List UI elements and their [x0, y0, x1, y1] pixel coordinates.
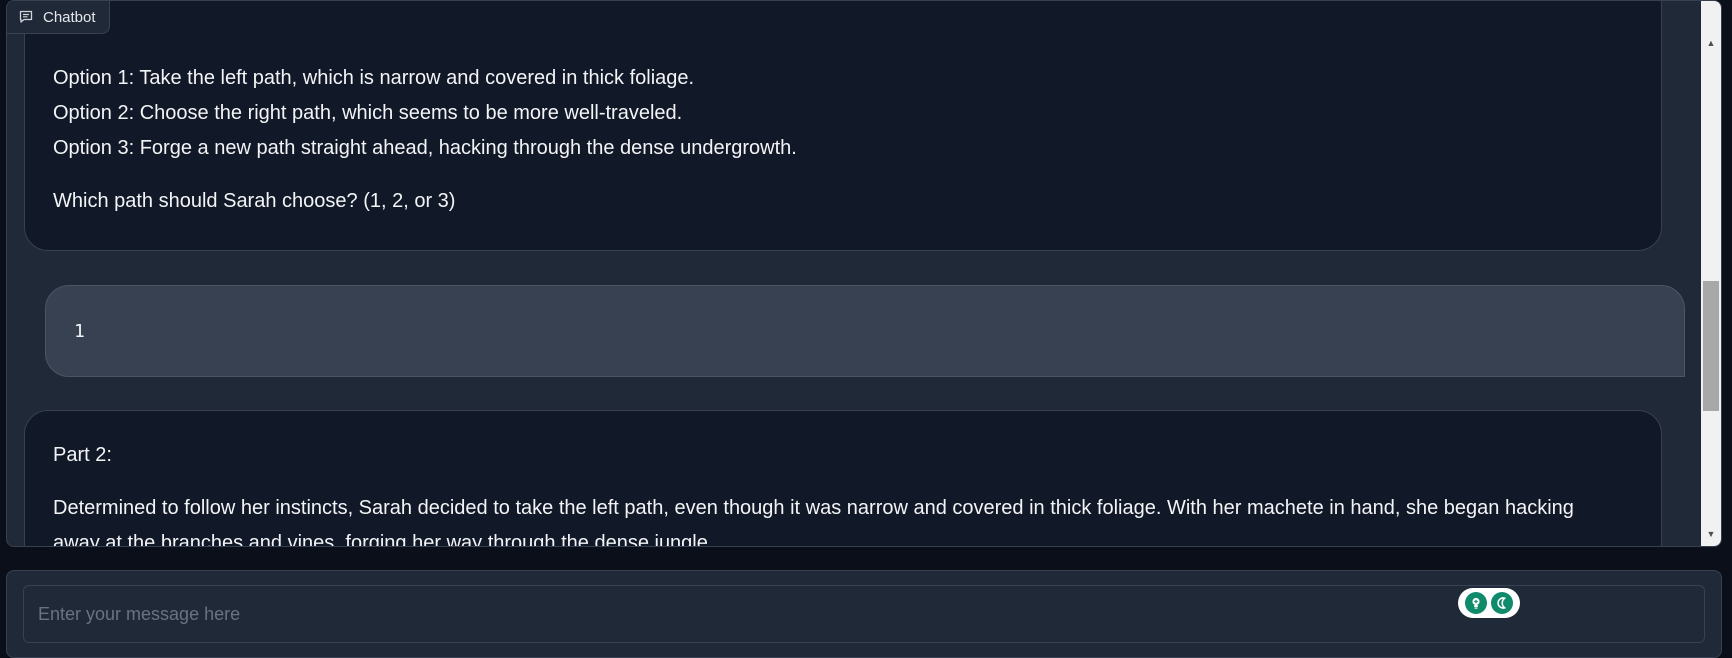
message-line: Option 1: Take the left path, which is n…: [53, 67, 695, 89]
chatbot-label: Chatbot: [7, 1, 110, 34]
chatbot-label-text: Chatbot: [43, 8, 96, 26]
chat-scroll-area[interactable]: Option 1: Take the left path, which is n…: [7, 1, 1703, 546]
scroll-down-arrow-icon[interactable]: ▼: [1701, 524, 1721, 544]
message-line: Which path should Sarah choose? (1, 2, o…: [53, 190, 456, 212]
user-message: 1: [45, 285, 1685, 377]
bot-message: Option 1: Take the left path, which is n…: [24, 1, 1662, 251]
message-line: Determined to follow her instincts, Sara…: [53, 497, 1574, 519]
scroll-up-arrow-icon[interactable]: ▲: [1701, 33, 1721, 53]
message-line: away at the branches and vines, forging …: [53, 532, 714, 546]
message-line: Option 2: Choose the right path, which s…: [53, 102, 683, 124]
extension-badge[interactable]: [1458, 588, 1520, 618]
chat-bubble-icon: [19, 10, 33, 24]
vertical-scrollbar[interactable]: ▲ ▼: [1701, 1, 1721, 546]
message-text: 1: [74, 320, 85, 342]
bot-message: Part 2: Determined to follow her instinc…: [24, 410, 1662, 546]
message-input[interactable]: [23, 585, 1705, 643]
message-line: Part 2:: [53, 444, 112, 466]
chatbot-panel: Chatbot Option 1: Take the left path, wh…: [6, 0, 1722, 547]
scrollbar-thumb[interactable]: [1703, 281, 1719, 411]
lightbulb-icon[interactable]: [1465, 592, 1487, 614]
moon-icon[interactable]: [1491, 592, 1513, 614]
message-line: Option 3: Forge a new path straight ahea…: [53, 137, 797, 159]
